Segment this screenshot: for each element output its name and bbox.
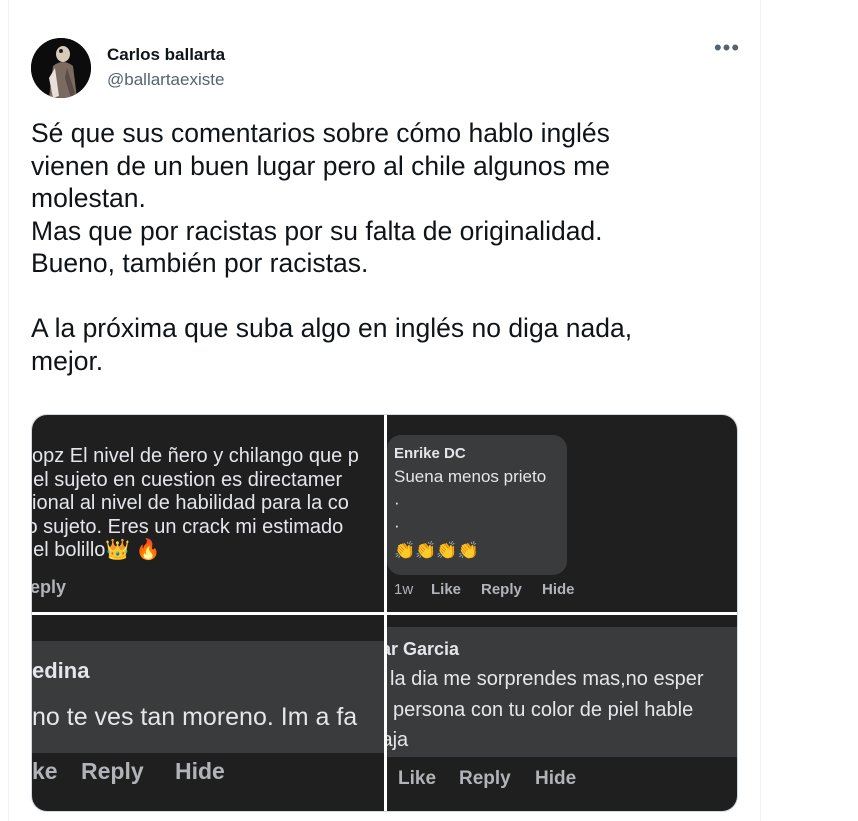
comment-line: kopz El nivel de ñero y chilango que p	[32, 445, 359, 467]
reply-link: Reply	[81, 758, 144, 784]
comment-line: del bolillo👑 🔥	[32, 539, 161, 561]
media-panel-1[interactable]: kopz El nivel de ñero y chilango que p d…	[32, 415, 384, 612]
reply-link: Reply	[459, 768, 511, 789]
reply-link: eply	[32, 577, 67, 597]
media-panel-4[interactable]: ar Garcia la dia me sorprendes mas,no es…	[387, 615, 737, 811]
comment-dot: ·	[394, 516, 400, 535]
comment-line: del sujeto en cuestion es directamer	[32, 468, 343, 491]
reply-link: Reply	[481, 581, 522, 598]
like-link: ke	[32, 758, 58, 784]
comment-text: jaja	[387, 729, 409, 751]
tweet-media[interactable]: kopz El nivel de ñero y chilango que p d…	[31, 414, 738, 812]
clap-emoji: 👏👏👏👏	[394, 541, 479, 560]
comment-line: io sujeto. Eres un crack mi estimado	[32, 515, 344, 538]
comment-text: Suena menos prieto	[394, 467, 547, 486]
author-name[interactable]: Carlos ballarta	[107, 45, 225, 65]
comment-dot: ·	[394, 493, 400, 512]
comment-text: no te ves tan moreno. Im a fa	[32, 703, 358, 731]
tweet-text: Sé que sus comentarios sobre cómo hablo …	[31, 118, 633, 376]
comment-time: 1w	[394, 581, 414, 598]
hide-link: Hide	[175, 758, 225, 784]
comment-text: la dia me sorprendes mas,no esper	[390, 668, 704, 690]
avatar[interactable]	[31, 38, 91, 98]
comment-text: persona con tu color de piel hable	[393, 699, 694, 721]
more-horizontal-icon[interactable]: •••	[712, 37, 742, 64]
hide-link: Hide	[542, 581, 575, 598]
like-link: Like	[431, 581, 462, 598]
author-handle[interactable]: @ballartaexiste	[107, 70, 224, 90]
hide-link: Hide	[535, 768, 577, 789]
comment-line: cional al nivel de habilidad para la co	[32, 492, 349, 514]
media-panel-3[interactable]: edina no te ves tan moreno. Im a fa ke R…	[32, 615, 384, 811]
commenter-name: ar Garcia	[387, 639, 460, 659]
commenter-name: edina	[32, 658, 90, 683]
like-link: Like	[398, 768, 437, 789]
comment-text: kopz El nivel de ñero y chilango que p d…	[32, 445, 359, 563]
media-panel-2[interactable]: Enrike DC Suena menos prieto · · 👏👏👏👏 1w…	[387, 415, 737, 612]
commenter-name: Enrike DC	[394, 445, 466, 462]
